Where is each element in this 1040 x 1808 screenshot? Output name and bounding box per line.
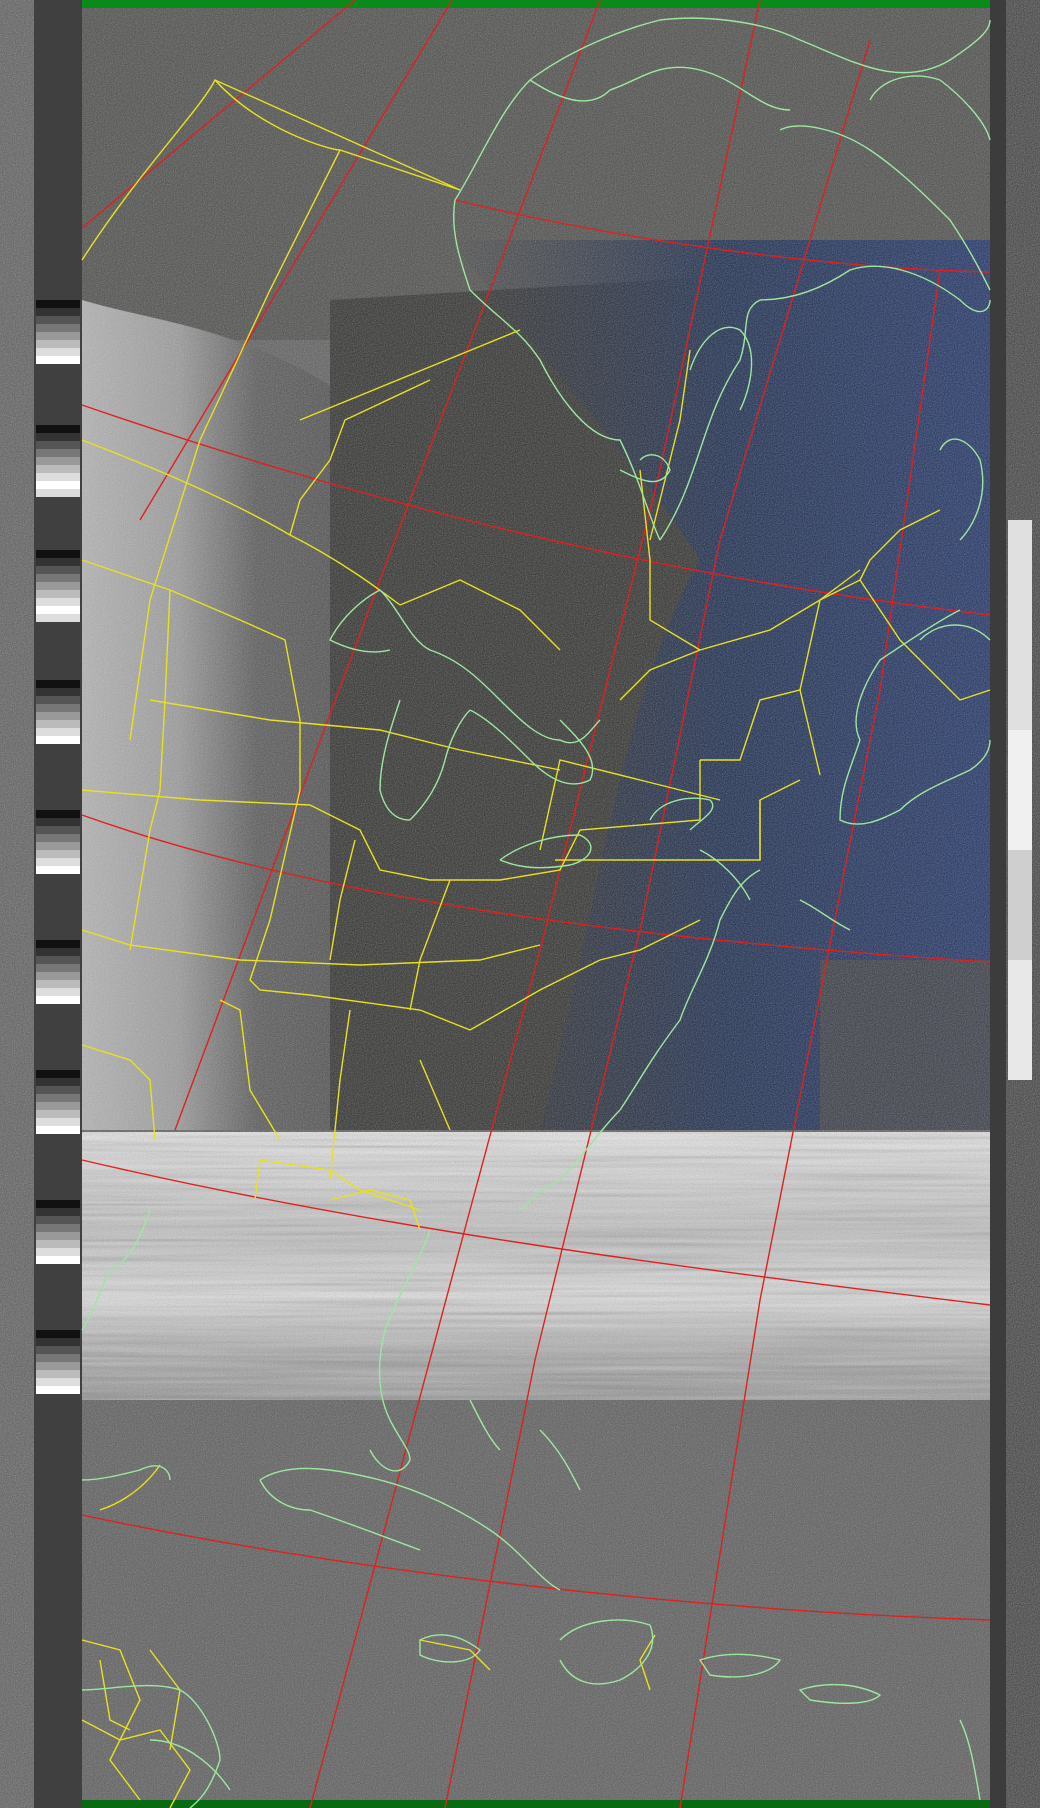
- telemetry-wedge: [36, 1386, 80, 1394]
- left-telemetry-strip: [0, 0, 82, 1808]
- telemetry-wedge: [36, 433, 80, 441]
- telemetry-wedge: [36, 324, 80, 332]
- telemetry-wedge: [36, 1118, 80, 1126]
- telemetry-wedge: [36, 425, 80, 433]
- telemetry-wedge: [36, 1256, 80, 1264]
- telemetry-wedge: [36, 308, 80, 316]
- telemetry-wedge: [36, 1126, 80, 1134]
- telemetry-wedge: [36, 340, 80, 348]
- telemetry-wedge: [36, 457, 80, 465]
- telemetry-wedge: [36, 566, 80, 574]
- telemetry-wedge: [36, 558, 80, 566]
- telemetry-wedge: [36, 866, 80, 874]
- telemetry-wedge: [36, 473, 80, 481]
- telemetry-wedge: [36, 720, 80, 728]
- telemetry-wedge: [36, 1078, 80, 1086]
- telemetry-wedge: [36, 316, 80, 324]
- telemetry-wedge: [36, 1362, 80, 1370]
- telemetry-wedge: [36, 1086, 80, 1094]
- telemetry-wedge: [36, 818, 80, 826]
- telemetry-wedge: [36, 1370, 80, 1378]
- telemetry-wedge: [36, 826, 80, 834]
- telemetry-wedge: [36, 1208, 80, 1216]
- telemetry-wedge: [36, 1200, 80, 1208]
- telemetry-wedge: [36, 1338, 80, 1346]
- telemetry-wedge: [36, 614, 80, 622]
- telemetry-wedge: [36, 858, 80, 866]
- telemetry-wedge: [36, 972, 80, 980]
- telemetry-wedge: [36, 996, 80, 1004]
- telemetry-wedge: [36, 1346, 80, 1354]
- telemetry-wedge: [36, 550, 80, 558]
- telemetry-wedge: [36, 1232, 80, 1240]
- telemetry-wedge: [36, 988, 80, 996]
- telemetry-calibration-block: [1008, 960, 1032, 1080]
- satellite-image-viewer: [0, 0, 1040, 1808]
- apt-satellite-map: [0, 0, 1040, 1808]
- telemetry-wedge: [36, 598, 80, 606]
- telemetry-wedge: [36, 465, 80, 473]
- telemetry-wedge: [36, 449, 80, 457]
- telemetry-wedge: [36, 810, 80, 818]
- telemetry-wedge: [36, 574, 80, 582]
- telemetry-wedge: [36, 1224, 80, 1232]
- telemetry-wedge: [36, 348, 80, 356]
- telemetry-wedge: [36, 1330, 80, 1338]
- telemetry-wedge: [36, 696, 80, 704]
- telemetry-wedge: [36, 606, 80, 614]
- telemetry-wedge: [36, 1110, 80, 1118]
- sync-bar-bottom: [82, 1800, 990, 1808]
- telemetry-wedge: [36, 850, 80, 858]
- telemetry-wedge: [36, 956, 80, 964]
- telemetry-calibration-block: [1008, 520, 1032, 730]
- telemetry-wedge: [36, 590, 80, 598]
- telemetry-wedge: [36, 1070, 80, 1078]
- telemetry-wedge: [36, 704, 80, 712]
- telemetry-wedge: [36, 582, 80, 590]
- telemetry-wedge: [36, 300, 80, 308]
- telemetry-wedge: [36, 842, 80, 850]
- telemetry-wedge: [36, 481, 80, 489]
- right-telemetry-strip: [990, 0, 1040, 1808]
- telemetry-wedge: [36, 332, 80, 340]
- telemetry-wedge: [36, 1094, 80, 1102]
- telemetry-wedge: [36, 834, 80, 842]
- telemetry-wedge: [36, 1354, 80, 1362]
- telemetry-calibration-block: [1008, 730, 1032, 850]
- telemetry-wedge: [36, 688, 80, 696]
- telemetry-wedge: [36, 736, 80, 744]
- telemetry-wedge: [36, 1240, 80, 1248]
- telemetry-wedge: [36, 940, 80, 948]
- telemetry-wedge: [36, 948, 80, 956]
- telemetry-wedge: [36, 712, 80, 720]
- image-area: [82, 0, 990, 1808]
- telemetry-wedge: [36, 1216, 80, 1224]
- telemetry-wedge: [36, 441, 80, 449]
- telemetry-calibration-block: [1008, 850, 1032, 960]
- sync-bar-top: [82, 0, 990, 8]
- telemetry-wedge: [36, 680, 80, 688]
- telemetry-wedge: [36, 1248, 80, 1256]
- telemetry-wedge: [36, 1378, 80, 1386]
- telemetry-wedge: [36, 728, 80, 736]
- telemetry-wedge: [36, 356, 80, 364]
- telemetry-wedge: [36, 964, 80, 972]
- telemetry-wedge: [36, 980, 80, 988]
- telemetry-wedge: [36, 1102, 80, 1110]
- telemetry-wedge: [36, 489, 80, 497]
